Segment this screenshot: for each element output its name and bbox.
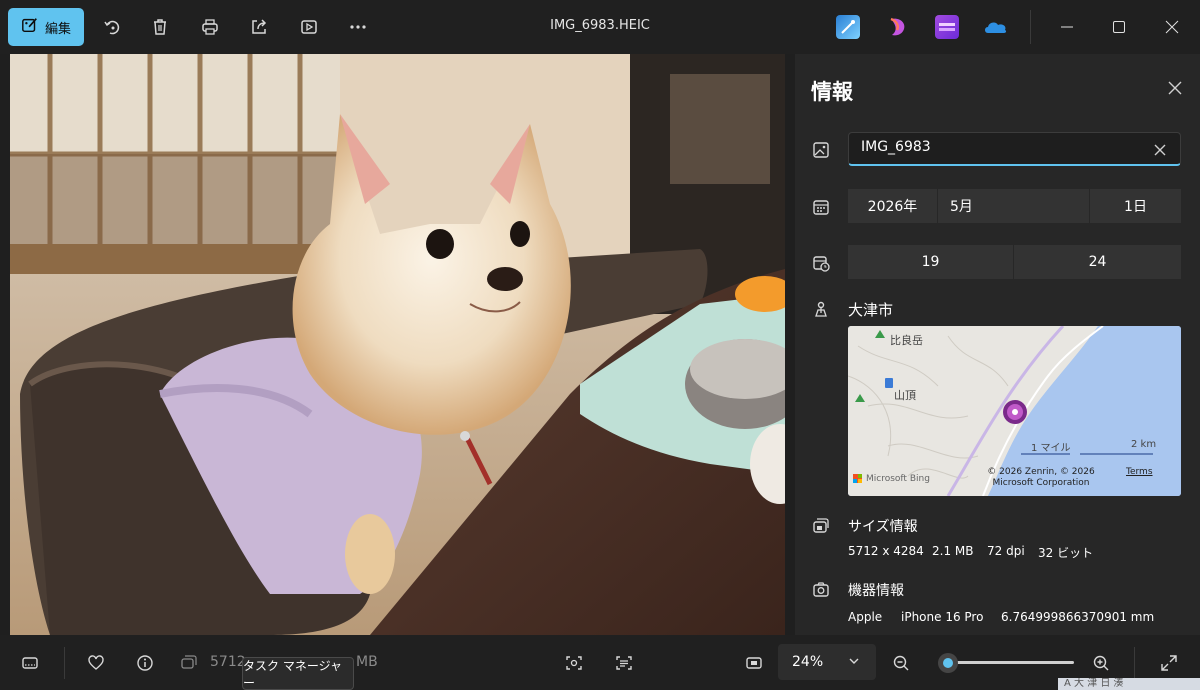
panel-title: 情報 — [811, 80, 853, 104]
date-day-select[interactable]: 1日 — [1090, 189, 1181, 223]
bottom-bar: 5712 MB 24% — [0, 635, 1200, 690]
filmstrip-icon[interactable] — [17, 650, 43, 676]
calendar-icon — [811, 197, 831, 217]
zoom-in-icon[interactable] — [1088, 650, 1114, 676]
photo-view[interactable] — [10, 54, 785, 635]
clock-calendar-icon — [811, 253, 831, 273]
favorite-icon[interactable] — [83, 650, 109, 676]
close-icon — [1168, 81, 1182, 95]
image-dpi: 72 dpi — [987, 544, 1025, 558]
status-dimensions: 5712 — [210, 654, 246, 670]
more-icon[interactable] — [343, 12, 373, 42]
map-copyright: © 2026 Zenrin, © 2026 Microsoft Corporat… — [987, 467, 1095, 488]
camera-make: Apple — [848, 610, 883, 624]
zoom-level-select[interactable]: 24% — [778, 644, 876, 680]
fullscreen-icon[interactable] — [1156, 650, 1182, 676]
maximize-icon — [1113, 21, 1125, 33]
zoom-slider-track[interactable] — [940, 661, 1074, 664]
slideshow-icon[interactable] — [294, 12, 324, 42]
clear-icon[interactable] — [1150, 140, 1170, 160]
time-hour-select[interactable]: 19 — [848, 245, 1013, 279]
video-editor-icon[interactable] — [935, 15, 959, 39]
clipchamp-icon[interactable] — [886, 15, 910, 39]
zoom-level-value: 24% — [792, 654, 824, 670]
size-icon — [811, 515, 831, 535]
tooltip: タスク マネージャー — [242, 657, 354, 690]
map-scale-km: 2 km — [1131, 439, 1157, 450]
location-icon — [811, 299, 831, 319]
chevron-down-icon — [848, 655, 860, 671]
zoom-out-icon[interactable] — [888, 650, 914, 676]
title-bar: 編集 IMG_6983.HEIC — [0, 0, 1200, 54]
close-button[interactable] — [1157, 12, 1187, 42]
share-icon[interactable] — [244, 12, 274, 42]
panel-close-button[interactable] — [1163, 76, 1187, 100]
map-label-mountain: 比良岳 — [890, 334, 923, 347]
edit-icon — [21, 16, 39, 38]
designer-icon[interactable] — [836, 15, 860, 39]
map-provider: Microsoft Bing — [866, 474, 930, 484]
size-section-title: サイズ情報 — [848, 519, 918, 535]
edit-label: 編集 — [44, 21, 71, 37]
size-small-icon — [178, 651, 200, 673]
bottom-separator — [64, 647, 65, 679]
status-file-size: MB — [356, 654, 378, 670]
print-icon[interactable] — [195, 12, 225, 42]
maximize-button[interactable] — [1104, 12, 1134, 42]
close-icon — [1165, 20, 1179, 34]
info-panel: 情報 IMG_6983 2026年 5月 1日 19 24 大津市 比良岳 山頂… — [795, 54, 1200, 635]
date-month-select[interactable]: 5月 — [938, 189, 1089, 223]
dog-photo — [10, 54, 785, 635]
rotate-icon[interactable] — [97, 12, 127, 42]
time-minute-select[interactable]: 24 — [1014, 245, 1181, 279]
taskbar-peek: A 大 津 日 湊 — [1058, 678, 1200, 690]
minimize-icon — [1061, 26, 1073, 28]
text-scan-icon[interactable] — [611, 650, 637, 676]
date-year-select[interactable]: 2026年 — [848, 189, 937, 223]
camera-model: iPhone 16 Pro — [901, 610, 984, 624]
fit-to-window-icon[interactable] — [741, 650, 767, 676]
image-icon — [811, 140, 831, 160]
file-size: 2.1 MB — [932, 544, 974, 558]
zoom-slider-thumb[interactable] — [938, 653, 959, 673]
crop-focus-icon[interactable] — [561, 650, 587, 676]
delete-icon[interactable] — [145, 12, 175, 42]
map-terms-link[interactable]: Terms — [1126, 467, 1153, 477]
location-name: 大津市 — [848, 301, 894, 319]
device-section-title: 機器情報 — [848, 583, 904, 599]
map-scale-miles: 1 マイル — [1031, 443, 1071, 454]
map-label-summit: 山頂 — [894, 389, 916, 402]
location-map[interactable]: 比良岳 山頂 1 マイル 2 km Microsoft Bing © 2026 … — [848, 326, 1181, 496]
image-dimensions: 5712 x 4284 — [848, 544, 924, 558]
bottom-separator-right — [1134, 647, 1135, 679]
window-title: IMG_6983.HEIC — [550, 18, 650, 33]
info-icon[interactable] — [132, 650, 158, 676]
toolbar-separator — [1030, 10, 1031, 44]
minimize-button[interactable] — [1052, 12, 1082, 42]
bit-depth: 32 ビット — [1038, 546, 1094, 560]
camera-icon — [811, 579, 831, 599]
file-name-input[interactable]: IMG_6983 — [848, 132, 1181, 166]
focal-length: 6.764999866370901 mm — [1001, 610, 1155, 624]
edit-button[interactable]: 編集 — [8, 8, 84, 46]
onedrive-icon[interactable] — [983, 15, 1007, 39]
